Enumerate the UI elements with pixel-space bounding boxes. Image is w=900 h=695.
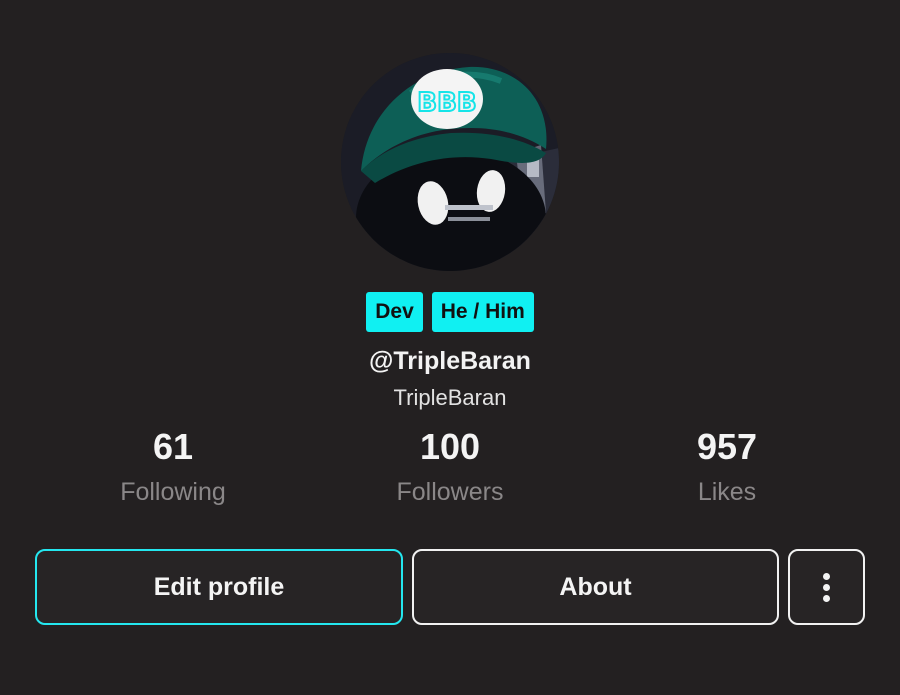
stat-following[interactable]: 61 Following [53, 424, 293, 514]
badge-dev: Dev [366, 292, 423, 332]
stat-followers[interactable]: 100 Followers [330, 424, 570, 514]
profile-page: BBB Dev He / Him @TripleBaran TripleBara… [0, 0, 900, 695]
stat-following-label: Following [120, 478, 226, 506]
edit-profile-button[interactable]: Edit profile [35, 549, 403, 625]
avatar-image: BBB [341, 53, 559, 271]
profile-display-name: TripleBaran [393, 385, 507, 410]
stat-following-count: 61 [152, 426, 194, 467]
more-options-button[interactable] [788, 549, 865, 625]
cap-emblem-text: BBB [417, 88, 476, 118]
vertical-dots-icon [823, 583, 830, 591]
vertical-dots-icon [823, 594, 830, 602]
about-button[interactable]: About [412, 549, 779, 625]
profile-badges: Dev He / Him [0, 292, 900, 332]
stat-followers-label: Followers [396, 478, 504, 506]
stat-likes-count: 957 [696, 426, 758, 467]
badge-pronouns: He / Him [431, 292, 534, 332]
stat-likes[interactable]: 957 Likes [607, 424, 847, 514]
stat-followers-count: 100 [419, 426, 481, 467]
profile-avatar[interactable]: BBB [341, 53, 559, 271]
profile-handle: @TripleBaran [369, 347, 531, 375]
stat-likes-label: Likes [697, 478, 757, 506]
vertical-dots-icon [823, 572, 830, 580]
